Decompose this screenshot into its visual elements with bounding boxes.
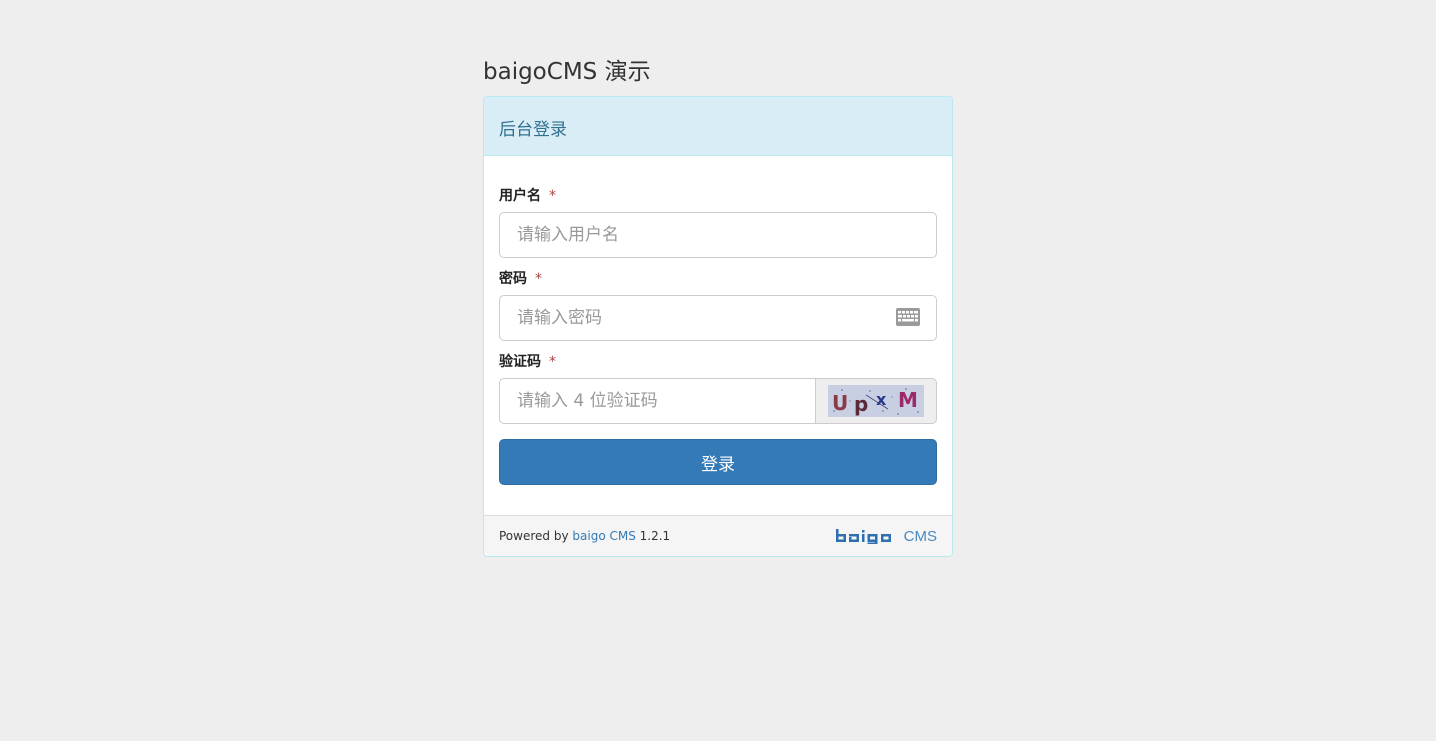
baigo-cms-link[interactable]: baigo CMS — [572, 529, 635, 543]
captcha-label: 验证码 — [499, 354, 541, 370]
captcha-refresh[interactable]: U p x M — [816, 378, 937, 424]
username-label-row: 用户名 * — [499, 186, 937, 206]
logo-cms-text: CMS — [903, 527, 937, 545]
baigo-wordmark — [835, 529, 891, 544]
username-group: 用户名 * — [499, 186, 937, 258]
svg-text:U: U — [832, 391, 848, 415]
required-mark: * — [535, 271, 542, 287]
captcha-input[interactable] — [499, 378, 816, 424]
powered-by: Powered by baigo CMS 1.2.1 — [499, 529, 670, 543]
powered-by-text: Powered by — [499, 529, 569, 543]
captcha-image[interactable]: U p x M — [828, 385, 924, 417]
baigo-logo: CMS — [835, 527, 937, 545]
password-input[interactable] — [499, 295, 937, 341]
site-title: baigoCMS 演示 — [483, 59, 651, 85]
svg-text:p: p — [854, 392, 868, 416]
login-container: baigoCMS 演示 后台登录 用户名 * 密码 * — [483, 54, 953, 557]
captcha-input-group: U p x M — [499, 378, 937, 424]
version-text: 1.2.1 — [639, 529, 671, 543]
password-input-wrap — [499, 295, 937, 341]
svg-text:x: x — [876, 390, 887, 409]
login-form: 用户名 * 密码 * — [484, 156, 952, 515]
captcha-group: 验证码 * 请输入 4 位验证码 U p x M — [499, 352, 937, 424]
captcha-label-row: 验证码 * — [499, 352, 937, 372]
login-panel: 后台登录 用户名 * 密码 * — [483, 96, 953, 557]
svg-text:M: M — [898, 388, 918, 412]
panel-footer: Powered by baigo CMS 1.2.1 CMS — [484, 515, 952, 556]
password-label: 密码 — [499, 271, 527, 287]
login-button[interactable]: 登录 — [499, 439, 937, 485]
password-label-row: 密码 * — [499, 269, 937, 289]
keyboard-icon[interactable] — [896, 308, 920, 326]
required-mark: * — [549, 188, 556, 204]
username-label: 用户名 — [499, 188, 541, 204]
username-input[interactable] — [499, 212, 937, 258]
password-group: 密码 * — [499, 269, 937, 341]
required-mark: * — [549, 354, 556, 370]
panel-heading: 后台登录 — [484, 97, 952, 156]
